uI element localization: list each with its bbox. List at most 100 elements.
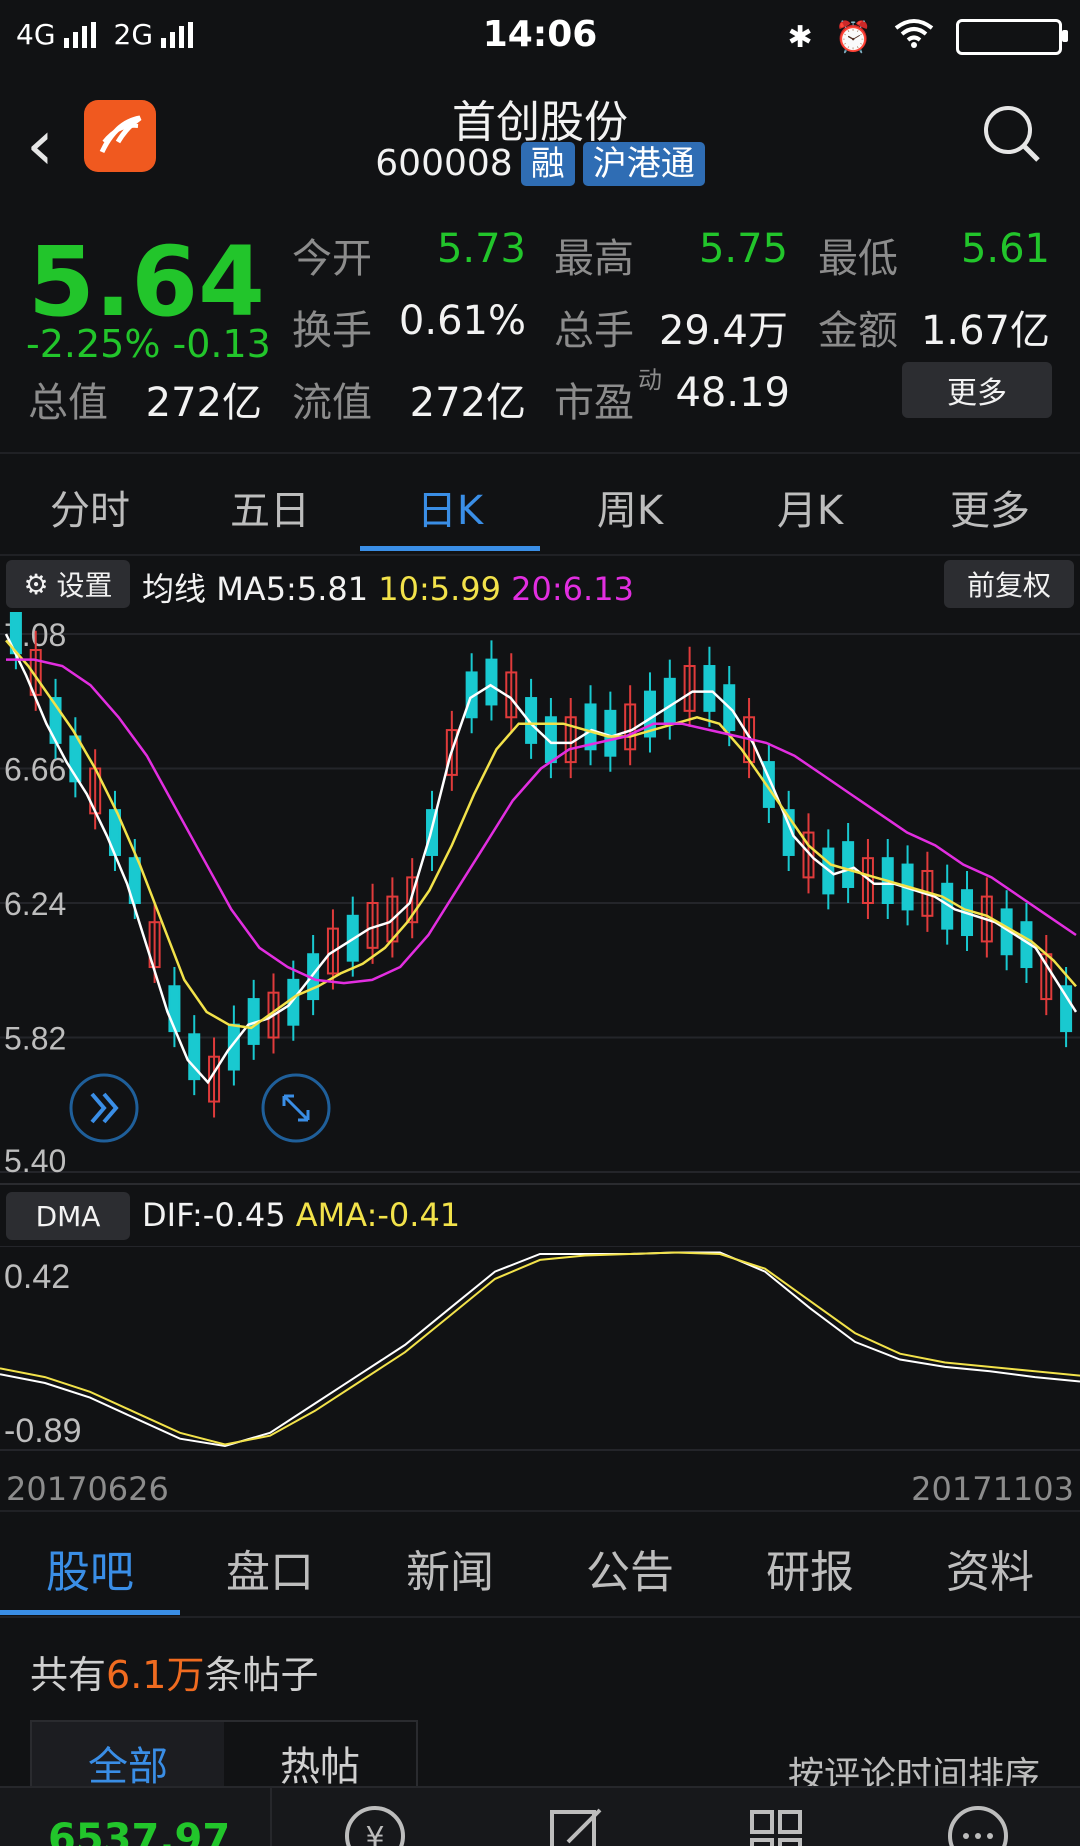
status-bar: 4G 2G 14:06 ✱ ⏰ — [0, 0, 1080, 72]
chart-settings-button[interactable]: ⚙ 设置 — [6, 560, 130, 608]
tab-monthly-k[interactable]: 月K — [720, 478, 900, 536]
svg-text:¥: ¥ — [365, 1821, 384, 1846]
stock-code-line: 600008 融沪港通 — [0, 142, 1080, 186]
stock-code: 600008 — [375, 143, 513, 184]
amount-label: 金额 — [818, 308, 898, 354]
filter-all[interactable]: 全部 — [32, 1722, 224, 1792]
start-date: 20170626 — [6, 1470, 169, 1508]
candle-body — [604, 709, 617, 757]
ama-line — [0, 1251, 1080, 1446]
dma-legend-bar: DMA DIF:-0.45 AMA:-0.41 — [0, 1188, 1080, 1244]
pe-dynamic-marker: 动 — [638, 366, 662, 394]
tab-news[interactable]: 新闻 — [360, 1536, 540, 1600]
dif-value: DIF:-0.45 — [142, 1196, 286, 1234]
active-tab-underline — [360, 546, 540, 551]
post-count-suffix: 条帖子 — [204, 1653, 319, 1697]
post-count: 共有6.1万条帖子 — [30, 1644, 318, 1699]
ma-line-5 — [4, 633, 1078, 1085]
candlestick-chart[interactable]: 7.08 6.66 6.24 5.82 5.40 — [0, 589, 1080, 1186]
ma20-value: 20:6.13 — [511, 570, 634, 608]
total-value: 272亿 — [145, 380, 262, 426]
pe-value: 48.19 — [675, 370, 790, 416]
fullscreen-icon[interactable] — [261, 1073, 331, 1143]
tab-announcements[interactable]: 公告 — [540, 1536, 720, 1600]
ma-legend-bar: ⚙ 设置 均线 MA5:5.81 10:5.99 20:6.13 前复权 — [0, 556, 1080, 612]
candle-body — [703, 665, 716, 712]
ama-value: AMA:-0.41 — [295, 1196, 461, 1234]
grid-menu-icon[interactable] — [746, 1802, 806, 1846]
wifi-icon — [894, 18, 934, 56]
dma-svg: 0.42 -0.89 — [0, 1245, 1080, 1451]
ma5-value: MA5:5.81 — [216, 570, 369, 608]
volume-label: 总手 — [554, 308, 634, 354]
y-tick-label: 6.66 — [4, 752, 66, 788]
quote-panel: 5.64 -2.25% -0.13 今开 5.73 最高 5.75 最低 5.6… — [0, 222, 1080, 448]
settings-label: 设置 — [56, 569, 113, 602]
post-filter: 全部 热帖 — [30, 1720, 418, 1794]
y-tick-label: 5.82 — [4, 1021, 66, 1057]
search-icon[interactable] — [980, 102, 1044, 170]
compose-icon[interactable] — [546, 1802, 606, 1846]
dma-legend: DIF:-0.45 AMA:-0.41 — [142, 1196, 460, 1234]
margin-tag: 融 — [520, 142, 575, 186]
low-value: 5.61 — [960, 226, 1050, 272]
tab-profile[interactable]: 资料 — [900, 1536, 1080, 1600]
divider — [270, 1788, 272, 1846]
dma-indicator-button[interactable]: DMA — [6, 1192, 130, 1240]
index-value[interactable]: 6537.97 — [48, 1816, 230, 1846]
hk-connect-tag: 沪港通 — [582, 142, 705, 186]
tab-more[interactable]: 更多 — [900, 478, 1080, 536]
tab-forum[interactable]: 股吧 — [0, 1536, 180, 1600]
expand-sidebar-icon[interactable] — [69, 1073, 139, 1143]
tab-daily-k[interactable]: 日K — [360, 478, 540, 536]
change-percent: -2.25% — [26, 322, 161, 366]
candle-body — [168, 985, 181, 1033]
volume-value: 29.4万 — [658, 308, 788, 354]
post-count-prefix: 共有 — [30, 1653, 107, 1697]
forward-adjust-button[interactable]: 前复权 — [944, 560, 1074, 608]
gear-icon: ⚙ — [23, 567, 49, 601]
candle-body — [485, 658, 498, 706]
ma-legend: 均线 MA5:5.81 10:5.99 20:6.13 — [142, 564, 634, 610]
float-value: 272亿 — [409, 380, 526, 426]
dma-top-tick: 0.42 — [4, 1258, 70, 1296]
more-options-icon[interactable] — [946, 1802, 1010, 1846]
change-amount: -0.13 — [172, 322, 271, 366]
turnover-label: 换手 — [292, 308, 372, 354]
y-tick-label: 5.40 — [4, 1143, 66, 1179]
candlestick-svg: 7.086.666.245.825.40 — [0, 589, 1080, 1185]
ma-line-10 — [5, 639, 1077, 1030]
trade-yuan-icon[interactable]: ¥ — [340, 1802, 410, 1846]
tab-research[interactable]: 研报 — [720, 1536, 900, 1600]
amount-value: 1.67亿 — [920, 308, 1050, 354]
bottom-toolbar: 6537.97 ¥ — [0, 1786, 1080, 1846]
tab-weekly-k[interactable]: 周K — [540, 478, 720, 536]
status-icons: ✱ ⏰ — [787, 18, 1068, 56]
tab-five-day[interactable]: 五日 — [180, 478, 360, 536]
content-tabs: 股吧 盘口 新闻 公告 研报 资料 — [0, 1510, 1080, 1618]
dma-chart[interactable]: 0.42 -0.89 — [0, 1245, 1080, 1452]
bluetooth-icon: ✱ — [787, 19, 813, 55]
price-change: -2.25% -0.13 — [26, 322, 271, 366]
alarm-icon: ⏰ — [834, 19, 872, 55]
open-value: 5.73 — [436, 226, 526, 272]
total-value-label: 总值 — [28, 380, 108, 426]
post-count-value: 6.1万 — [106, 1653, 205, 1697]
tab-order-book[interactable]: 盘口 — [180, 1536, 360, 1600]
battery-icon — [956, 19, 1068, 55]
tab-intraday[interactable]: 分时 — [0, 478, 180, 536]
float-value-label: 流值 — [292, 380, 372, 426]
dma-bottom-tick: -0.89 — [4, 1412, 82, 1450]
low-label: 最低 — [818, 236, 898, 282]
chart-period-tabs: 分时 五日 日K 周K 月K 更多 — [0, 452, 1080, 556]
more-quote-button[interactable]: 更多 — [902, 362, 1052, 418]
ma-prefix: 均线 — [142, 570, 207, 608]
candle-body — [663, 677, 676, 725]
active-content-tab-underline — [0, 1610, 180, 1615]
open-label: 今开 — [292, 236, 372, 282]
candle-body — [842, 841, 855, 888]
y-tick-label: 6.24 — [4, 886, 66, 922]
pe-label: 市盈 — [554, 380, 634, 426]
filter-hot[interactable]: 热帖 — [224, 1722, 416, 1792]
turnover-value: 0.61% — [398, 298, 526, 344]
